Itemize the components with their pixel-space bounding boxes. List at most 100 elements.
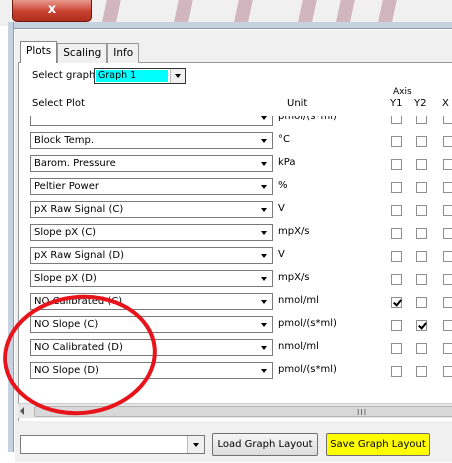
axis-y1-checkbox[interactable]: [391, 136, 402, 147]
unit-value: V: [278, 249, 285, 260]
axis-y1-checkbox[interactable]: [391, 116, 402, 124]
axis-x-checkbox[interactable]: [443, 343, 452, 354]
table-row: pX Raw Signal (D) V: [18, 244, 452, 266]
chevron-down-icon[interactable]: [258, 363, 272, 378]
axis-y1-checkbox[interactable]: [391, 343, 402, 354]
plot-select[interactable]: pX Raw Signal (C): [30, 201, 273, 218]
axis-y1-checkbox[interactable]: [391, 159, 402, 170]
plot-select[interactable]: Slope pX (C): [30, 224, 273, 241]
axis-y1-checkbox[interactable]: [391, 205, 402, 216]
table-row: Barom. Pressure kPa: [18, 152, 452, 174]
unit-field: mpX/s: [275, 224, 400, 241]
axis-y1-checkbox[interactable]: [391, 251, 402, 262]
unit-value: pmol/(s*ml): [278, 116, 337, 122]
unit-value: %: [278, 180, 288, 191]
chevron-down-icon[interactable]: [187, 436, 204, 453]
axis-y2-checkbox[interactable]: [416, 297, 427, 308]
axis-y1-checkbox[interactable]: [391, 366, 402, 377]
plot-select[interactable]: NO Calibrated (D): [30, 339, 273, 356]
axis-y1-checkbox[interactable]: [391, 297, 402, 308]
graph-select[interactable]: Graph 1: [94, 68, 186, 84]
axis-y2-checkbox[interactable]: [416, 205, 427, 216]
plot-select[interactable]: Block Temp.: [30, 132, 273, 149]
axis-x-checkbox[interactable]: [443, 297, 452, 308]
horizontal-scrollbar[interactable]: III: [18, 403, 452, 418]
axis-y2-checkbox[interactable]: [416, 343, 427, 354]
axis-x-checkbox[interactable]: [443, 116, 452, 124]
axis-y1-checkbox[interactable]: [391, 320, 402, 331]
chevron-down-icon[interactable]: [258, 156, 272, 171]
chevron-down-icon[interactable]: [258, 202, 272, 217]
plot-select-value: NO Slope (C): [34, 319, 99, 330]
axis-x-checkbox[interactable]: [443, 274, 452, 285]
axis-y2-checkbox[interactable]: [416, 116, 427, 124]
plot-select[interactable]: [30, 116, 273, 126]
axis-x-checkbox[interactable]: [443, 182, 452, 193]
plot-select[interactable]: pX Raw Signal (D): [30, 247, 273, 264]
axis-x-checkbox[interactable]: [443, 366, 452, 377]
close-button[interactable]: x: [12, 0, 92, 22]
chevron-down-icon[interactable]: [258, 179, 272, 194]
axis-x-checkbox[interactable]: [443, 159, 452, 170]
chevron-down-icon[interactable]: [170, 69, 185, 83]
chevron-down-icon[interactable]: [258, 248, 272, 263]
layout-select[interactable]: [20, 435, 205, 454]
chevron-down-icon[interactable]: [258, 133, 272, 148]
plot-select-value: pX Raw Signal (D): [34, 250, 124, 261]
plot-select[interactable]: NO Slope (D): [30, 362, 273, 379]
plot-select[interactable]: NO Slope (C): [30, 316, 273, 333]
plot-select[interactable]: Slope pX (D): [30, 270, 273, 287]
chevron-down-icon[interactable]: [258, 317, 272, 332]
axis-y2-checkbox[interactable]: [416, 136, 427, 147]
plot-select-value: Slope pX (C): [34, 227, 97, 238]
table-row: Peltier Power%: [18, 175, 452, 197]
graph-settings-window: x Plots Scaling Info Select graph Graph …: [0, 0, 452, 463]
chevron-down-icon[interactable]: [258, 340, 272, 355]
table-row: NO Calibrated (D) nmol/ml: [18, 336, 452, 358]
chevron-down-icon[interactable]: [258, 116, 272, 125]
chevron-down-icon[interactable]: [258, 294, 272, 309]
plot-select-value: Peltier Power: [34, 181, 99, 192]
axis-y1-checkbox[interactable]: [391, 228, 402, 239]
axis-x-checkbox[interactable]: [443, 251, 452, 262]
axis-y2-checkbox[interactable]: [416, 159, 427, 170]
unit-field: pmol/(s*ml): [275, 116, 400, 126]
tab-info[interactable]: Info: [107, 43, 140, 63]
plot-grid: pmol/(s*ml) Block Temp. °C Barom. Pressure k…: [18, 116, 452, 403]
axis-y2-checkbox[interactable]: [416, 366, 427, 377]
close-icon[interactable]: x: [48, 2, 56, 17]
axis-x-checkbox[interactable]: [443, 205, 452, 216]
axis-x-checkbox[interactable]: [443, 228, 452, 239]
plot-select-value: NO Calibrated (C): [34, 296, 123, 307]
chevron-down-icon[interactable]: [258, 225, 272, 240]
table-row: Slope pX (D) mpX/s: [18, 267, 452, 289]
axis-x-checkbox[interactable]: [443, 320, 452, 331]
tab-scaling[interactable]: Scaling: [57, 43, 108, 63]
unit-value: °C: [278, 134, 290, 145]
axis-y2-checkbox[interactable]: [416, 182, 427, 193]
plot-select[interactable]: NO Calibrated (C): [30, 293, 273, 310]
plot-select-value: NO Calibrated (D): [34, 342, 123, 353]
plot-select[interactable]: Barom. Pressure: [30, 155, 273, 172]
plot-select[interactable]: Peltier Power: [30, 178, 273, 195]
axis-y1-checkbox[interactable]: [391, 274, 402, 285]
save-graph-layout-button[interactable]: Save Graph Layout: [326, 433, 430, 456]
chevron-down-icon[interactable]: [258, 271, 272, 286]
table-row: NO Calibrated (C) nmol/ml: [18, 290, 452, 312]
scrollbar-thumb[interactable]: III: [34, 406, 452, 417]
axis-y2-checkbox[interactable]: [416, 228, 427, 239]
axis-y1-checkbox[interactable]: [391, 182, 402, 193]
tab-plots[interactable]: Plots: [20, 41, 58, 63]
unit-value: nmol/ml: [278, 295, 319, 306]
axis-x-checkbox[interactable]: [443, 136, 452, 147]
scroll-left-icon[interactable]: [20, 407, 24, 415]
load-graph-layout-button[interactable]: Load Graph Layout: [212, 433, 318, 456]
table-row: NO Slope (D) pmol/(s*ml): [18, 359, 452, 381]
axis-y2-checkbox[interactable]: [416, 251, 427, 262]
plot-select-value: pX Raw Signal (C): [34, 204, 124, 215]
unit-field: nmol/ml: [275, 293, 400, 310]
header-y1: Y1: [390, 98, 403, 109]
unit-field: %: [275, 178, 400, 195]
axis-y2-checkbox[interactable]: [416, 274, 427, 285]
axis-y2-checkbox[interactable]: [416, 320, 427, 331]
